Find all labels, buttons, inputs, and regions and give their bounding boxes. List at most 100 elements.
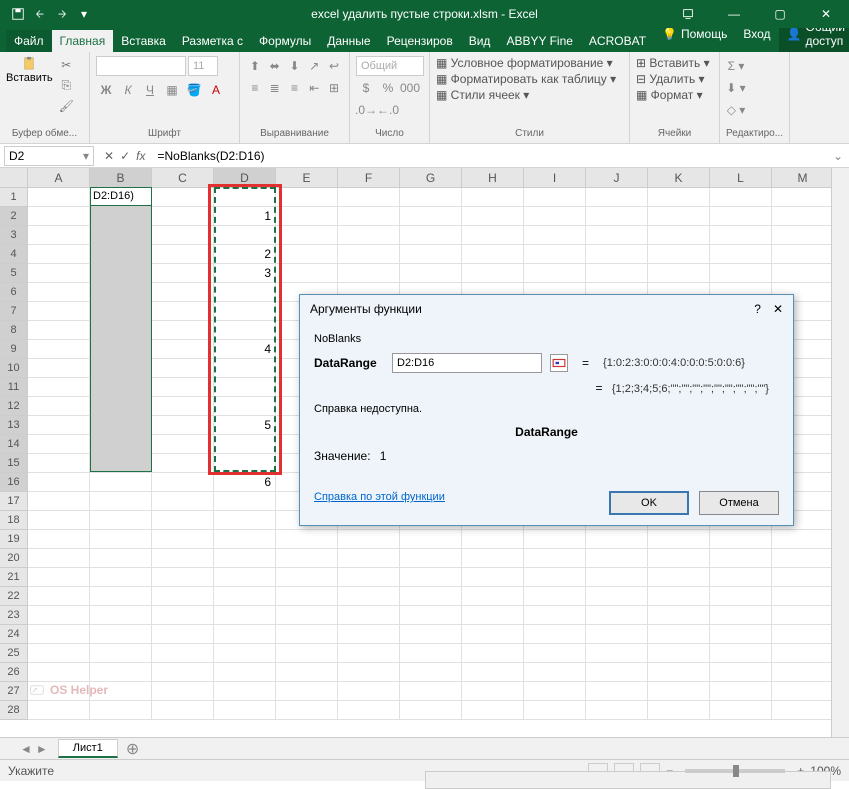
cell[interactable] xyxy=(90,511,152,530)
cell[interactable] xyxy=(276,264,338,283)
ok-button[interactable]: OK xyxy=(609,491,689,515)
cell[interactable] xyxy=(648,245,710,264)
cell[interactable] xyxy=(28,644,90,663)
cell[interactable] xyxy=(28,321,90,340)
sheet-next-icon[interactable]: ► xyxy=(36,742,48,756)
cell[interactable] xyxy=(276,226,338,245)
cell[interactable] xyxy=(214,682,276,701)
cell[interactable] xyxy=(586,587,648,606)
cell[interactable] xyxy=(772,264,834,283)
name-box[interactable]: D2▾ xyxy=(4,146,94,166)
cell[interactable] xyxy=(338,188,400,207)
cell[interactable] xyxy=(152,568,214,587)
align-left-icon[interactable]: ≡ xyxy=(246,78,264,98)
cell[interactable] xyxy=(214,587,276,606)
cell[interactable] xyxy=(28,416,90,435)
cell[interactable] xyxy=(338,644,400,663)
cell[interactable] xyxy=(90,264,152,283)
cell[interactable] xyxy=(90,663,152,682)
cell[interactable] xyxy=(28,340,90,359)
cell[interactable] xyxy=(152,264,214,283)
cell[interactable] xyxy=(28,207,90,226)
tab-layout[interactable]: Разметка с xyxy=(174,30,251,52)
cell[interactable] xyxy=(710,530,772,549)
underline-button[interactable]: Ч xyxy=(140,80,160,100)
cell[interactable] xyxy=(524,701,586,720)
cell[interactable] xyxy=(28,378,90,397)
row-header[interactable]: 7 xyxy=(0,302,28,321)
cell[interactable] xyxy=(90,701,152,720)
tab-file[interactable]: Файл xyxy=(6,30,52,52)
col-header[interactable]: I xyxy=(524,168,586,187)
cell[interactable] xyxy=(338,264,400,283)
cell[interactable] xyxy=(28,625,90,644)
cell[interactable] xyxy=(524,188,586,207)
row-header[interactable]: 22 xyxy=(0,587,28,606)
col-header[interactable]: L xyxy=(710,168,772,187)
cell[interactable] xyxy=(90,644,152,663)
cell[interactable] xyxy=(152,435,214,454)
cell[interactable] xyxy=(276,625,338,644)
row-header[interactable]: 15 xyxy=(0,454,28,473)
cell[interactable] xyxy=(772,245,834,264)
row-header[interactable]: 26 xyxy=(0,663,28,682)
cell-styles-button[interactable]: ▦ Стили ячеек ▾ xyxy=(436,88,623,102)
cell[interactable] xyxy=(28,226,90,245)
cell[interactable] xyxy=(772,530,834,549)
col-header[interactable]: A xyxy=(28,168,90,187)
cell[interactable] xyxy=(524,568,586,587)
cell[interactable] xyxy=(90,226,152,245)
ribbon-options-icon[interactable] xyxy=(665,0,711,28)
cell[interactable] xyxy=(710,587,772,606)
format-cells-button[interactable]: ▦ Формат ▾ xyxy=(636,88,713,102)
cell[interactable] xyxy=(710,568,772,587)
cell[interactable] xyxy=(90,492,152,511)
row-header[interactable]: 10 xyxy=(0,359,28,378)
col-header[interactable]: D xyxy=(214,168,276,187)
cell[interactable] xyxy=(152,188,214,207)
cell[interactable] xyxy=(276,587,338,606)
cell[interactable] xyxy=(586,701,648,720)
cell[interactable] xyxy=(28,435,90,454)
col-header[interactable]: H xyxy=(462,168,524,187)
cell[interactable] xyxy=(524,625,586,644)
row-header[interactable]: 4 xyxy=(0,245,28,264)
fill-color-button[interactable]: 🪣 xyxy=(184,80,204,100)
formula-bar[interactable]: =NoBlanks(D2:D16) xyxy=(151,149,826,163)
cell[interactable] xyxy=(586,644,648,663)
cell[interactable] xyxy=(338,549,400,568)
cell[interactable] xyxy=(462,625,524,644)
tab-insert[interactable]: Вставка xyxy=(113,30,174,52)
row-header[interactable]: 28 xyxy=(0,701,28,720)
cell[interactable] xyxy=(90,378,152,397)
close-icon[interactable]: ✕ xyxy=(803,0,849,28)
cell[interactable] xyxy=(152,587,214,606)
number-format-input[interactable] xyxy=(356,56,424,76)
cell[interactable] xyxy=(90,416,152,435)
zoom-slider[interactable] xyxy=(685,769,785,773)
cell[interactable] xyxy=(462,644,524,663)
dialog-help-icon[interactable]: ? xyxy=(754,302,761,316)
cell[interactable] xyxy=(400,701,462,720)
cell[interactable] xyxy=(152,530,214,549)
tab-formulas[interactable]: Формулы xyxy=(251,30,319,52)
cell[interactable] xyxy=(772,207,834,226)
cell[interactable] xyxy=(648,682,710,701)
cell[interactable] xyxy=(772,549,834,568)
cell[interactable] xyxy=(214,188,276,207)
col-header[interactable]: G xyxy=(400,168,462,187)
row-header[interactable]: 27 xyxy=(0,682,28,701)
row-header[interactable]: 21 xyxy=(0,568,28,587)
row-header[interactable]: 18 xyxy=(0,511,28,530)
arg-input[interactable] xyxy=(392,353,542,373)
cell[interactable] xyxy=(338,587,400,606)
cell[interactable] xyxy=(338,663,400,682)
expand-formula-icon[interactable]: ⌄ xyxy=(827,149,849,163)
cell[interactable]: 5 xyxy=(214,416,276,435)
cell[interactable] xyxy=(648,587,710,606)
tab-data[interactable]: Данные xyxy=(319,30,378,52)
cell[interactable] xyxy=(772,568,834,587)
align-middle-icon[interactable]: ⬌ xyxy=(266,56,284,76)
cell[interactable] xyxy=(28,511,90,530)
cell[interactable] xyxy=(338,226,400,245)
